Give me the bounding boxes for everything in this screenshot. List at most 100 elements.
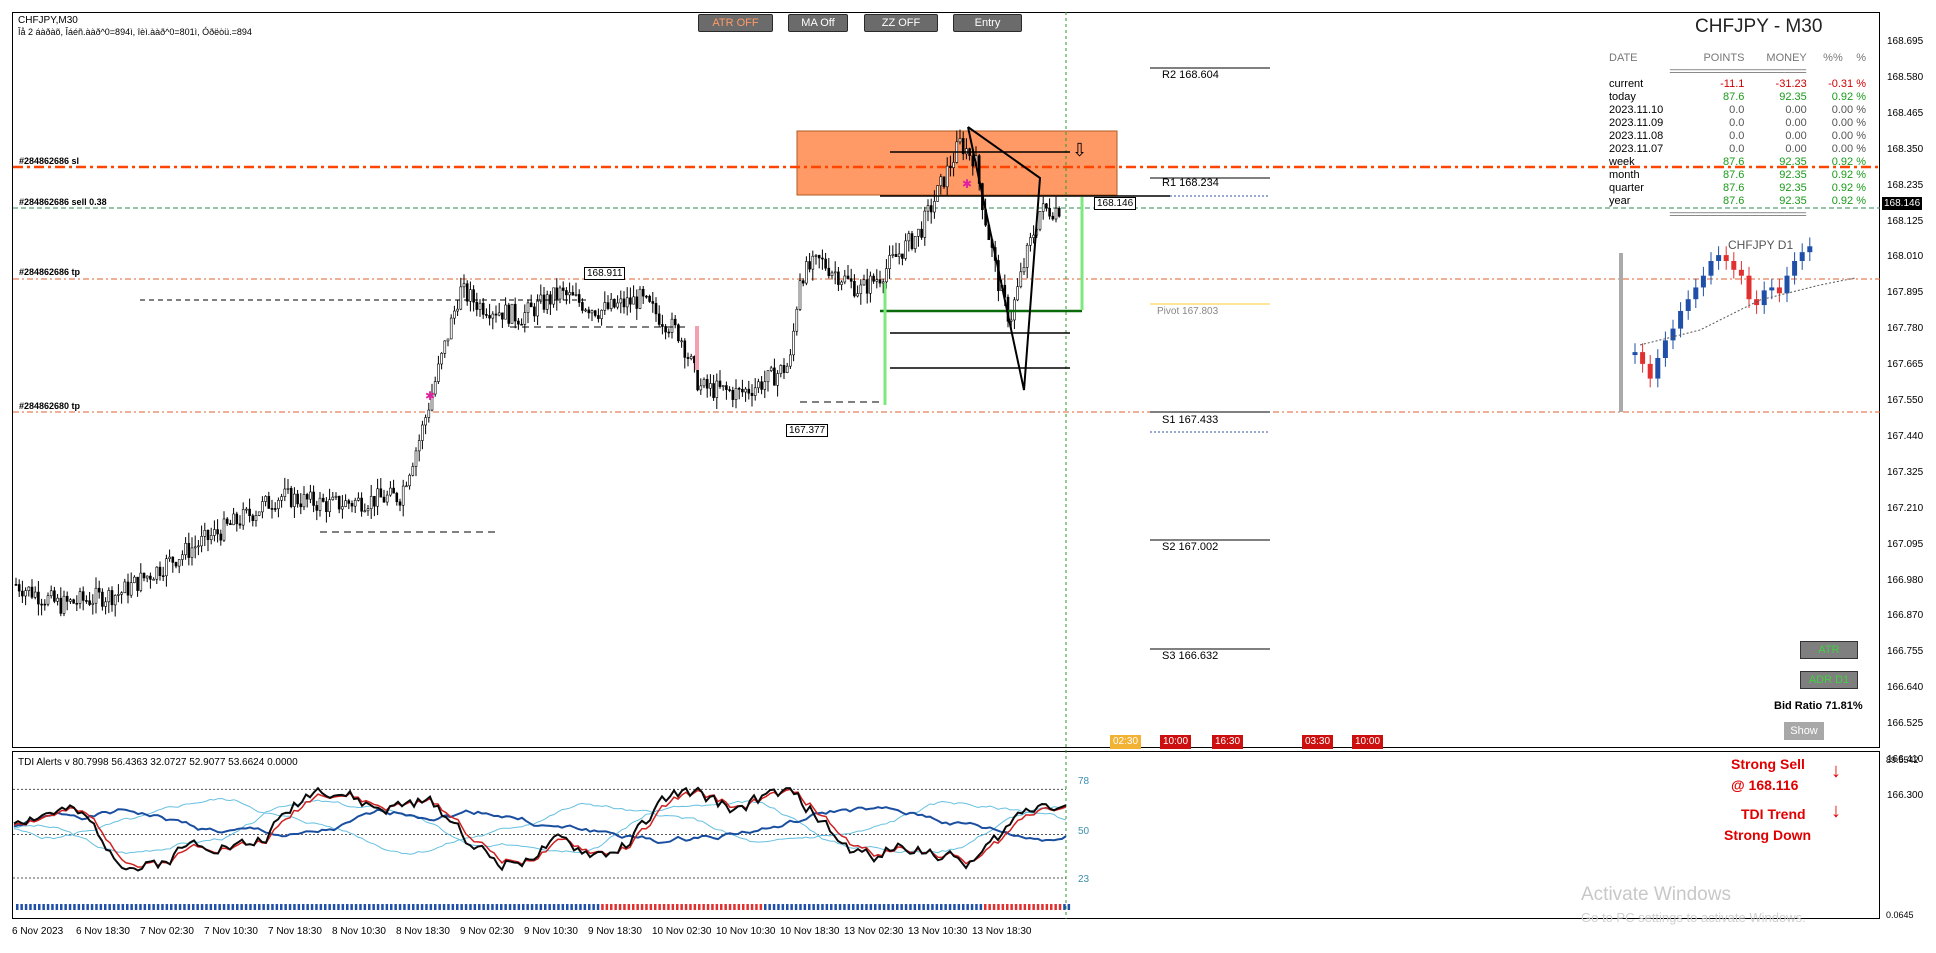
time-axis-label: 13 Nov 02:30 <box>844 926 904 937</box>
candle-body <box>619 298 623 304</box>
candle-body <box>734 388 738 400</box>
candle-body <box>59 597 63 614</box>
session-tag: 10:00 <box>1160 735 1192 749</box>
candle-body <box>449 317 453 340</box>
tdi-signal-dot <box>636 904 639 910</box>
candle-body <box>933 201 936 213</box>
tdi-signal-dot <box>425 904 428 910</box>
candle-body <box>843 275 847 283</box>
candle-body <box>1009 319 1013 322</box>
tdi-signal-dot <box>16 904 19 910</box>
tdi-signal-dot <box>86 904 89 910</box>
candle-body <box>856 293 859 297</box>
candle-body <box>1041 203 1045 212</box>
candle-body <box>731 390 735 400</box>
tdi-signal-dot <box>605 904 609 910</box>
candle-body <box>120 592 123 595</box>
tdi-signal-dot <box>940 904 943 910</box>
candle-body <box>190 547 194 558</box>
candle-body <box>62 595 66 614</box>
order-tp2-label: #284862680 tp <box>19 401 81 411</box>
time-axis-label: 8 Nov 18:30 <box>396 926 450 937</box>
time-axis-label: 9 Nov 10:30 <box>524 926 578 937</box>
time-axis-label: 10 Nov 02:30 <box>652 926 712 937</box>
activate-windows-watermark: Activate Windows <box>1581 884 1731 905</box>
price-axis-label: 168.010 <box>1887 251 1924 263</box>
stats-pct: -0.31 % <box>1828 78 1866 90</box>
candle-body <box>747 388 751 394</box>
tdi-signal-dot <box>667 904 670 910</box>
candle-body <box>1051 215 1055 220</box>
tdi-signal-dot <box>187 904 191 910</box>
stats-points: 0.0 <box>1729 117 1745 129</box>
candle-body <box>907 233 911 242</box>
tdi-signal-dot <box>526 904 529 910</box>
tdi-signal-dot <box>781 904 785 910</box>
candle-body <box>837 271 840 285</box>
tdi-signal-dot <box>236 904 239 910</box>
current-price-badge: 168.146 <box>1882 197 1923 210</box>
candle-body <box>219 533 223 541</box>
tdi-signal-dot <box>469 904 472 910</box>
tdi-signal-dot <box>759 904 763 910</box>
tdi-signal-dot <box>394 904 397 910</box>
tdi-signal-dot <box>614 904 617 910</box>
time-axis-label: 6 Nov 2023 <box>12 926 64 937</box>
tdi-signal-dot <box>1045 904 1049 910</box>
tdi-signal-dot <box>1032 904 1035 910</box>
candle-body <box>481 302 485 315</box>
stats-pct: 0.92 % <box>1831 91 1866 103</box>
candle-body <box>193 546 197 549</box>
atr-button[interactable]: ATR <box>1800 641 1858 659</box>
candle-body <box>1057 207 1061 217</box>
tdi-signal-dot <box>231 904 235 910</box>
stats-pct: 0.00 % <box>1831 104 1866 116</box>
price-axis-label: 166.755 <box>1887 646 1924 658</box>
tdi-signal-dot <box>161 904 164 910</box>
tdi-signal-dot <box>579 904 582 910</box>
stats-money: 0.00 <box>1785 143 1807 155</box>
tdi-signal-dot <box>918 904 921 910</box>
candle-body <box>862 279 866 286</box>
price-axis[interactable]: 168.695 168.580 168.465 168.350 168.235 168.1… <box>1880 12 1936 919</box>
tdi-signal-dot <box>222 904 226 910</box>
tdi-signal-dot <box>442 904 446 910</box>
tdi-signal-dot <box>592 904 595 910</box>
adr-d1-button[interactable]: ADR D1 <box>1800 671 1858 689</box>
candle-body <box>257 511 261 516</box>
tdi-signal-dot <box>724 904 727 910</box>
tdi-signal-dot <box>139 904 142 910</box>
tdi-signal-dot <box>561 904 565 910</box>
tdi-signal-dot <box>500 904 503 910</box>
show-button[interactable]: Show <box>1784 722 1824 740</box>
tdi-signal-dot <box>737 904 741 910</box>
tdi-signal-dot <box>130 904 133 910</box>
candle-body <box>1016 286 1019 301</box>
candle-body <box>459 286 463 310</box>
candle-body <box>501 312 504 320</box>
candle-body <box>97 587 101 593</box>
candle-body <box>683 340 687 358</box>
tdi-signal-dot <box>711 904 714 910</box>
tdi-signal-dot <box>992 904 996 910</box>
candle-body <box>209 535 213 541</box>
tdi-signal-dot <box>174 904 177 910</box>
candle-body <box>657 313 661 325</box>
stats-points: 0.0 <box>1729 143 1745 155</box>
candle-body <box>289 488 293 507</box>
tdi-signal-dot <box>196 904 199 910</box>
stats-header-money: MONEY <box>1766 52 1807 64</box>
candle-body <box>181 554 184 560</box>
tdi-signal-dot <box>385 904 389 910</box>
candle-body <box>312 491 315 506</box>
d1-candle-body <box>1792 260 1798 276</box>
d1-candle-body <box>1738 269 1744 276</box>
tdi-signal-dot <box>99 904 103 910</box>
price-axis-label: 166.980 <box>1887 574 1924 586</box>
stats-row: quarter 87.6 92.35 0.92 % <box>1605 182 1870 195</box>
candle-body <box>536 300 539 317</box>
tdi-signal-dot <box>896 904 899 910</box>
tdi-signal-dot <box>900 904 903 910</box>
tdi-signal-dot <box>671 904 675 910</box>
candle-body <box>270 508 274 510</box>
